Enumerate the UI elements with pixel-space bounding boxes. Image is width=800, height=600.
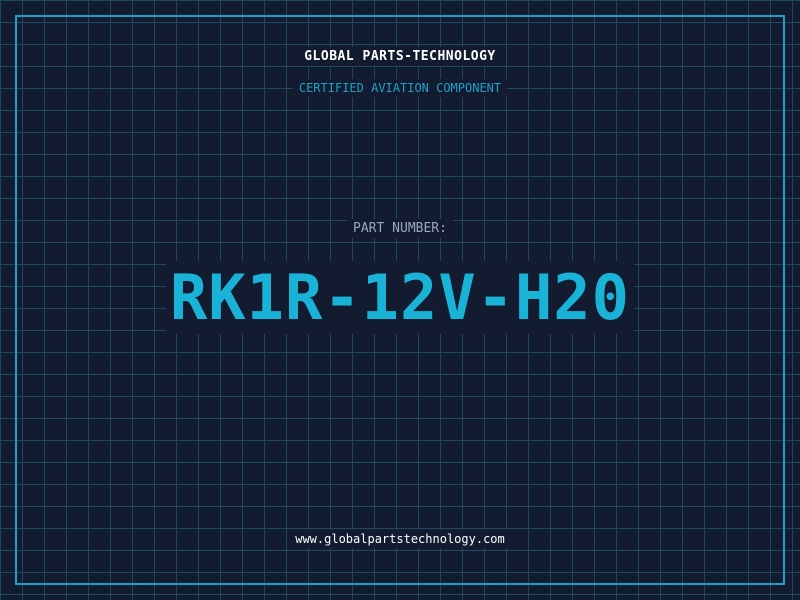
company-name: GLOBAL PARTS-TECHNOLOGY (0, 47, 800, 66)
website-url: www.globalpartstechnology.com (0, 530, 800, 548)
certification-subtitle-text: CERTIFIED AVIATION COMPONENT (292, 79, 508, 97)
part-number-label-text: PART NUMBER: (347, 219, 453, 238)
part-number-value-text: RK1R-12V-H20 (166, 261, 634, 334)
website-url-text: www.globalpartstechnology.com (289, 530, 511, 548)
part-number-label: PART NUMBER: (0, 219, 800, 238)
part-number-value: RK1R-12V-H20 (0, 261, 800, 334)
company-name-text: GLOBAL PARTS-TECHNOLOGY (298, 47, 502, 66)
certification-subtitle: CERTIFIED AVIATION COMPONENT (0, 79, 800, 97)
